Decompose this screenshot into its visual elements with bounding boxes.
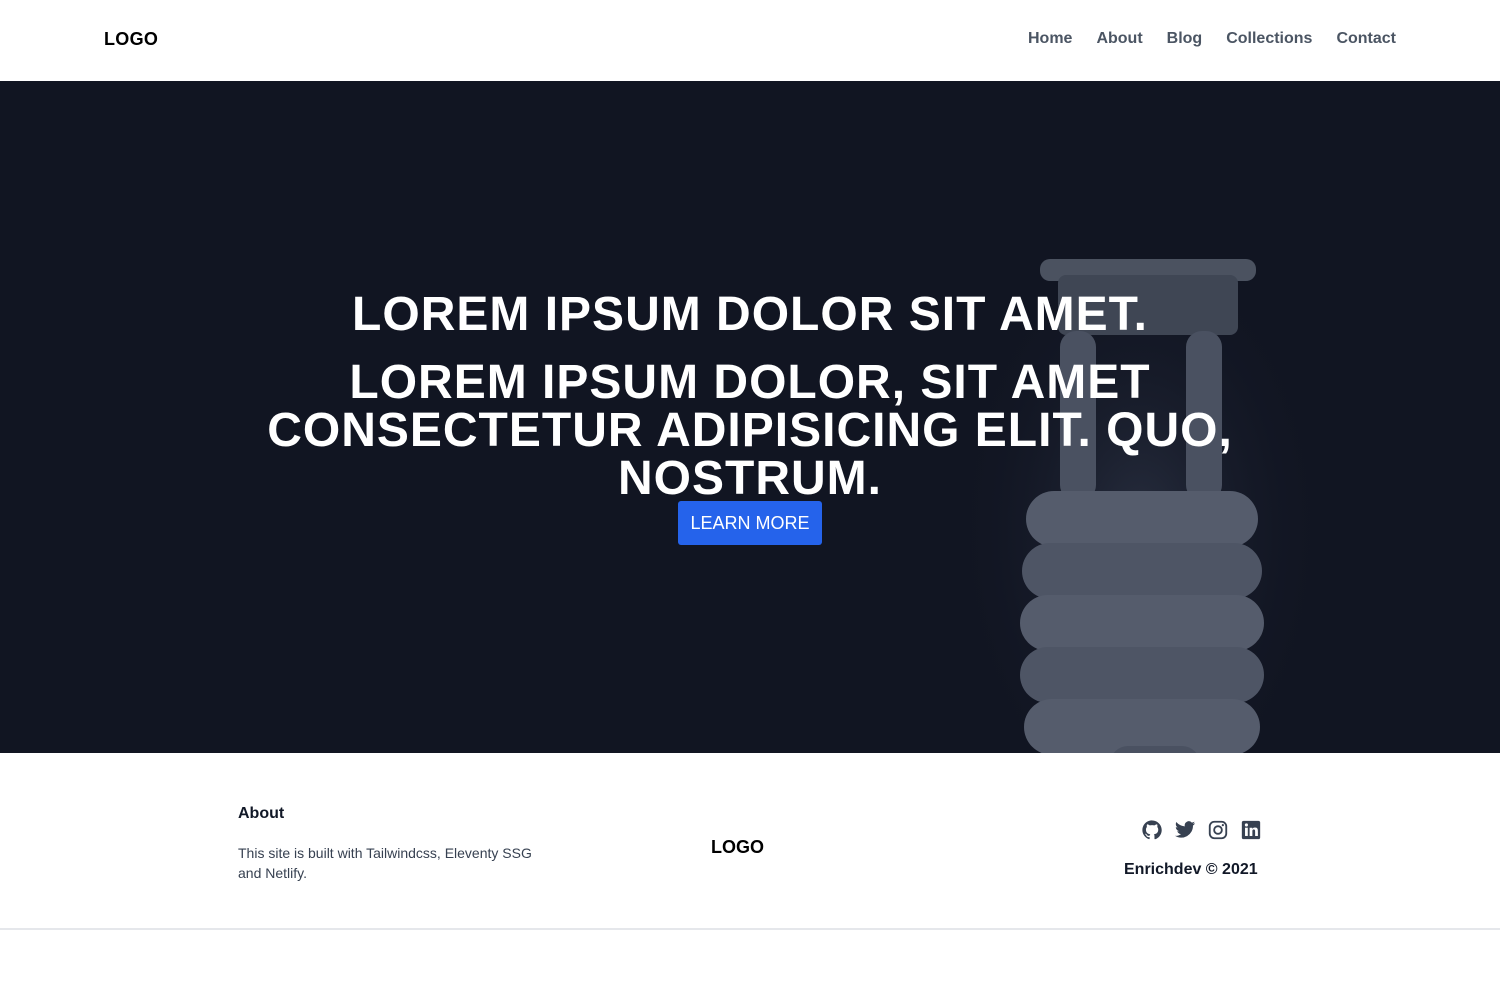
hero-subtitle: LOREM IPSUM DOLOR, SIT AMET CONSECTETUR … [267,356,1233,505]
top-navbar: LOGO Home About Blog Collections Contact [0,0,1500,81]
learn-more-button[interactable]: LEARN MORE [678,501,822,545]
footer-copyright: Enrichdev © 2021 [1124,861,1258,878]
footer-logo[interactable]: LOGO [711,837,764,858]
instagram-icon[interactable] [1207,819,1229,841]
footer-about-title: About [238,805,285,822]
nav-link-home[interactable]: Home [1028,30,1072,48]
social-links [1141,819,1262,841]
nav-link-blog[interactable]: Blog [1167,30,1203,48]
nav-links: Home About Blog Collections Contact [1028,30,1396,48]
footer: About This site is built with Tailwindcs… [0,753,1500,930]
nav-link-contact[interactable]: Contact [1336,30,1396,48]
nav-link-collections[interactable]: Collections [1226,30,1312,48]
nav-logo[interactable]: LOGO [104,29,158,50]
footer-about-text: This site is built with Tailwindcss, Ele… [238,845,532,881]
hero-section: LOREM IPSUM DOLOR SIT AMET. LOREM IPSUM … [0,81,1500,753]
github-icon[interactable] [1141,819,1163,841]
nav-link-about[interactable]: About [1096,30,1142,48]
hero-title: LOREM IPSUM DOLOR SIT AMET. [352,288,1148,341]
twitter-icon[interactable] [1174,819,1196,841]
linkedin-icon[interactable] [1240,819,1262,841]
